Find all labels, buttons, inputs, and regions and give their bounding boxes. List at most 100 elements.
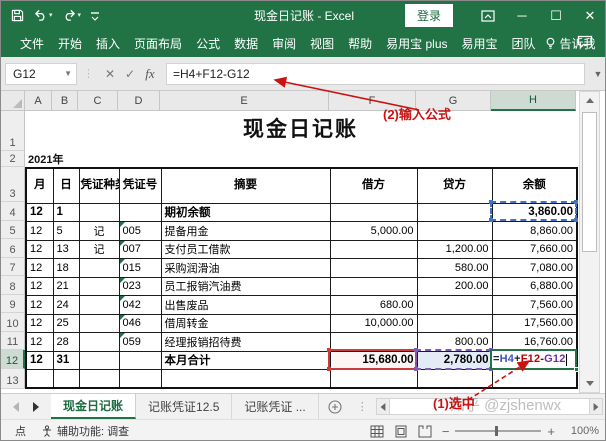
cell-debit[interactable]: 680.00 [330, 296, 417, 315]
row-header-11[interactable]: 11 [1, 332, 25, 351]
fill-handle[interactable] [574, 367, 579, 372]
ribbon-tab-6[interactable]: 审阅 [265, 30, 303, 57]
cell-balance[interactable]: 7,560.00 [492, 296, 577, 315]
row-header-10[interactable]: 10 [1, 313, 25, 332]
cell-month[interactable]: 12 [26, 277, 53, 296]
insert-function-icon[interactable]: fx [140, 66, 160, 82]
comment-icon[interactable] [577, 35, 593, 48]
name-box[interactable]: G12 ▼ [5, 63, 77, 85]
table-header-cell[interactable]: 日 [53, 168, 79, 203]
cell-summary[interactable]: 员工报销汽油费 [161, 277, 330, 296]
cancel-entry-icon[interactable]: ✕ [100, 67, 120, 81]
cell-debit[interactable] [330, 203, 417, 222]
cell-voucher_no[interactable]: 007 [119, 240, 161, 259]
cell-month[interactable]: 12 [26, 351, 53, 370]
column-header-A[interactable]: A [25, 91, 52, 111]
cell-month[interactable]: 12 [26, 240, 53, 259]
minimize-button[interactable]: ─ [505, 1, 539, 30]
cell-day[interactable]: 24 [53, 296, 79, 315]
row-header-4[interactable]: 4 [1, 202, 25, 221]
cell-month[interactable]: 12 [26, 259, 53, 278]
cell-voucher_type[interactable]: 记 [79, 240, 119, 259]
cell-voucher_type[interactable] [79, 277, 119, 296]
scroll-left-icon[interactable] [376, 398, 390, 415]
table-header-cell[interactable]: 借方 [330, 168, 417, 203]
cell-voucher_no[interactable]: 015 [119, 259, 161, 278]
cell-credit[interactable]: 1,200.00 [417, 240, 492, 259]
cell-debit[interactable] [330, 277, 417, 296]
cell-voucher_no[interactable]: 059 [119, 333, 161, 352]
row-header-6[interactable]: 6 [1, 239, 25, 258]
sheet-tab-1[interactable]: 记账凭证12.5 [136, 394, 232, 419]
cell-debit[interactable]: 5,000.00 [330, 222, 417, 241]
column-header-E[interactable]: E [160, 91, 329, 111]
cell-summary[interactable]: 出售废品 [161, 296, 330, 315]
zoom-out-icon[interactable]: − [442, 425, 450, 438]
scroll-down-icon[interactable] [580, 375, 599, 392]
select-all-button[interactable] [1, 91, 25, 111]
cell-credit[interactable] [417, 296, 492, 315]
row-header-7[interactable]: 7 [1, 258, 25, 277]
cell-debit[interactable] [330, 259, 417, 278]
accessibility-status[interactable]: 辅助功能: 调查 [41, 423, 129, 439]
cell-month[interactable]: 12 [26, 314, 53, 333]
cell-credit[interactable] [417, 314, 492, 333]
cell-voucher_type[interactable] [79, 351, 119, 370]
cell-month[interactable]: 12 [26, 333, 53, 352]
cell-day[interactable]: 28 [53, 333, 79, 352]
vertical-scrollbar-thumb[interactable] [582, 112, 597, 252]
cell-day[interactable]: 31 [53, 351, 79, 370]
cell-empty[interactable] [161, 370, 330, 389]
cell-day[interactable]: 18 [53, 259, 79, 278]
cell-day[interactable]: 25 [53, 314, 79, 333]
table-header-cell[interactable]: 贷方 [417, 168, 492, 203]
redo-button[interactable]: ▾ [62, 9, 82, 22]
cell-empty[interactable] [79, 370, 119, 389]
cell-credit[interactable]: 200.00 [417, 277, 492, 296]
cell-summary[interactable]: 提备用金 [161, 222, 330, 241]
cell-voucher_type[interactable] [79, 259, 119, 278]
cell-day[interactable]: 5 [53, 222, 79, 241]
cell-voucher_type[interactable] [79, 333, 119, 352]
row-header-2[interactable]: 2 [1, 151, 25, 167]
cell-day[interactable]: 13 [53, 240, 79, 259]
cell-empty[interactable] [53, 370, 79, 389]
ribbon-tab-10[interactable]: 易用宝 [455, 30, 505, 57]
cell-debit[interactable]: 10,000.00 [330, 314, 417, 333]
cell-balance[interactable]: 8,860.00 [492, 222, 577, 241]
row-header-9[interactable]: 9 [1, 295, 25, 314]
row-header-3[interactable]: 3 [1, 167, 25, 202]
cell-summary[interactable]: 采购润滑油 [161, 259, 330, 278]
row-header-1[interactable]: 1 [1, 111, 25, 151]
prev-sheet-icon[interactable] [13, 402, 19, 412]
ribbon-tab-9[interactable]: 易用宝 plus [379, 30, 454, 57]
table-header-cell[interactable]: 凭证种类 [79, 168, 119, 203]
cell-empty[interactable] [26, 370, 53, 389]
cell-summary[interactable]: 期初余额 [161, 203, 330, 222]
confirm-entry-icon[interactable]: ✓ [120, 67, 140, 81]
ribbon-tab-1[interactable]: 开始 [51, 30, 89, 57]
cell-voucher_no[interactable]: 005 [119, 222, 161, 241]
login-button[interactable]: 登录 [405, 4, 453, 27]
horizontal-scrollbar-track[interactable] [390, 398, 589, 415]
row-header-12[interactable]: 12 [1, 350, 25, 369]
table-header-cell[interactable]: 月 [26, 168, 53, 203]
cell-month[interactable]: 12 [26, 296, 53, 315]
cell-day[interactable]: 21 [53, 277, 79, 296]
close-button[interactable]: ✕ [573, 1, 606, 30]
maximize-button[interactable]: ☐ [539, 1, 573, 30]
cell-empty[interactable] [119, 370, 161, 389]
column-header-F[interactable]: F [329, 91, 416, 111]
cell-debit[interactable]: 15,680.00 [330, 351, 417, 370]
undo-button[interactable]: ▾ [33, 9, 53, 22]
cell-summary[interactable]: 本月合计 [161, 351, 330, 370]
cell-balance[interactable]: 3,860.00 [492, 203, 577, 222]
tab-bar-options-icon[interactable]: ⋮ [351, 394, 374, 419]
customize-qat-icon[interactable] [90, 10, 100, 22]
cell-voucher_no[interactable]: 042 [119, 296, 161, 315]
undo-dropdown-icon[interactable]: ▾ [49, 12, 53, 19]
cell-credit[interactable] [417, 222, 492, 241]
cell-credit[interactable] [417, 203, 492, 222]
zoom-level[interactable]: 100% [565, 425, 599, 437]
ribbon-tab-2[interactable]: 插入 [89, 30, 127, 57]
